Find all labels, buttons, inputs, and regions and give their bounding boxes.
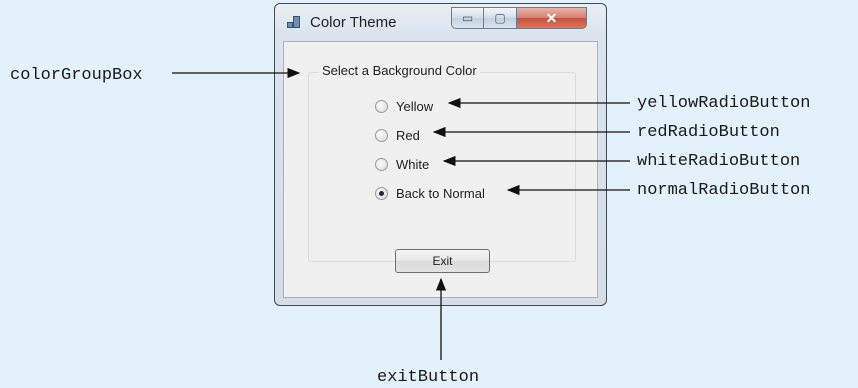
color-group-box: Select a Background Color Yellow Red Whi… (308, 63, 576, 262)
maximize-button[interactable]: ▢ (484, 7, 517, 29)
caption-buttons: ▭ ▢ ✕ (451, 7, 599, 31)
form-client-area: Select a Background Color Yellow Red Whi… (283, 41, 598, 298)
group-box-caption: Select a Background Color (319, 63, 480, 78)
red-radio-label: Red (396, 127, 420, 143)
callout-color-group-box: colorGroupBox (10, 66, 143, 85)
minimize-button[interactable]: ▭ (451, 7, 484, 29)
normal-radio-label: Back to Normal (396, 185, 485, 201)
exit-button[interactable]: Exit (395, 249, 490, 273)
window-title: Color Theme (310, 14, 397, 31)
close-button[interactable]: ✕ (517, 7, 587, 29)
radio-circle-checked (375, 186, 388, 200)
red-radio-button[interactable]: Red (375, 126, 420, 144)
callout-exit-button: exitButton (377, 368, 480, 387)
minimize-icon: ▭ (461, 11, 474, 25)
radio-circle (375, 157, 388, 171)
maximize-icon: ▢ (494, 11, 506, 25)
callout-yellow-radio-button: yellowRadioButton (637, 94, 811, 113)
callout-red-radio-button: redRadioButton (637, 123, 780, 142)
radio-circle (375, 128, 388, 142)
app-icon (287, 16, 300, 28)
radio-circle (375, 99, 388, 113)
callout-white-radio-button: whiteRadioButton (637, 152, 801, 171)
yellow-radio-button[interactable]: Yellow (375, 97, 433, 115)
yellow-radio-label: Yellow (396, 98, 434, 114)
callout-normal-radio-button: normalRadioButton (637, 181, 811, 200)
white-radio-label: White (396, 156, 430, 172)
white-radio-button[interactable]: White (375, 155, 429, 173)
normal-radio-button[interactable]: Back to Normal (375, 184, 485, 202)
color-theme-window: Color Theme ▭ ▢ ✕ Select a Background Co… (274, 3, 607, 306)
title-bar[interactable]: Color Theme ▭ ▢ ✕ (275, 4, 606, 38)
close-icon: ✕ (545, 9, 558, 26)
